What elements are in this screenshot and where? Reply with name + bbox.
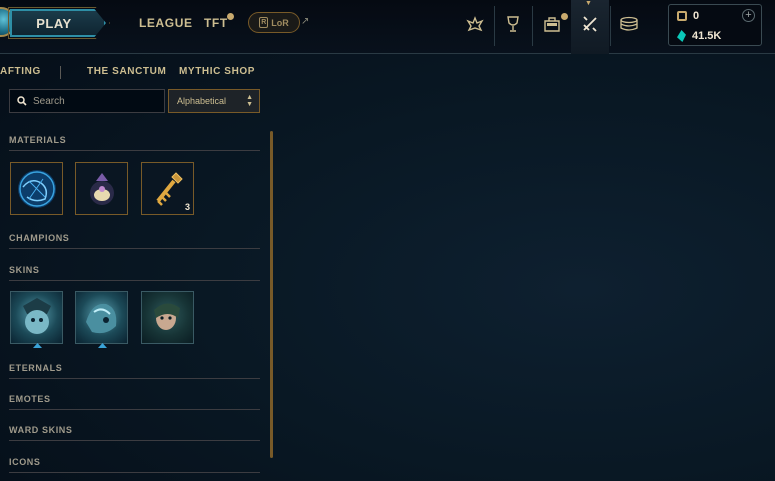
lor-button[interactable]: R LoR [248,12,300,33]
play-button[interactable]: PLAY [10,9,106,37]
collection-icon[interactable] [617,12,641,36]
loot-icon[interactable] [578,12,602,36]
divider [494,6,495,46]
key-count: 3 [184,202,190,212]
section-skins[interactable]: SKINS [9,265,260,281]
sort-selected-value: Alphabetical [177,96,227,106]
champion-portrait-icon [23,298,51,334]
rp-value: 0 [693,10,700,22]
material-mythic-tile[interactable] [75,162,128,215]
lor-logo-icon: R [259,17,269,28]
chevron-down-icon: ▼ [585,0,592,7]
champion-portrait-icon [86,303,117,334]
nav-league[interactable]: LEAGUE [139,16,193,30]
blue-essence-icon [677,30,686,42]
be-value: 41.5K [692,30,722,42]
trophy-icon[interactable] [501,12,525,36]
scrollbar[interactable] [270,131,273,458]
section-icons[interactable]: ICONS [9,457,260,473]
hextech-key-icon [155,171,183,206]
notification-dot [561,13,568,20]
section-champions[interactable]: CHAMPIONS [9,233,260,249]
nav-tft[interactable]: TFT [204,16,228,30]
top-bar: PLAY LEAGUE TFT R LoR ↗ ▼ 0 + 41.5K [0,0,775,54]
divider [532,6,533,46]
lor-label: LoR [271,17,289,28]
section-ward-skins[interactable]: WARD SKINS [9,425,260,441]
tab-mythic-shop[interactable]: MYTHIC SHOP [179,66,255,77]
skin-shard-tile[interactable] [10,291,63,348]
champion-portrait-icon [154,303,180,330]
rarity-marker-icon [33,343,42,348]
divider [610,6,611,46]
material-orb-tile[interactable] [10,162,63,215]
search-input[interactable] [33,95,153,107]
play-button-wrap[interactable]: PLAY [0,7,110,39]
search-field[interactable] [9,89,165,113]
mythic-chest-icon [89,172,114,205]
section-eternals[interactable]: ETERNALS [9,363,260,379]
home-icon[interactable] [463,12,487,36]
rp-balance: 0 [677,10,699,22]
rp-icon [677,11,687,21]
tab-the-sanctum[interactable]: THE SANCTUM [87,66,166,77]
skin-shard-tile[interactable] [141,291,194,344]
notification-dot [227,13,234,20]
buy-rp-button[interactable]: + [742,9,755,22]
tab-crafting[interactable]: AFTING [0,66,41,77]
currency-panel: 0 + 41.5K [668,4,762,46]
skin-shard-tile[interactable] [75,291,128,348]
sort-dropdown[interactable]: Alphabetical ▲ ▼ [168,89,260,113]
material-key-tile[interactable]: 3 [141,162,194,215]
search-icon [17,96,27,106]
section-emotes[interactable]: EMOTES [9,394,260,410]
section-materials[interactable]: MATERIALS [9,135,260,151]
external-link-icon: ↗ [301,16,310,27]
sort-caret-icon: ▲ ▼ [246,94,253,108]
rarity-marker-icon [98,343,107,348]
divider [60,66,61,79]
orb-icon [17,169,56,208]
blue-essence-balance: 41.5K [677,30,721,42]
